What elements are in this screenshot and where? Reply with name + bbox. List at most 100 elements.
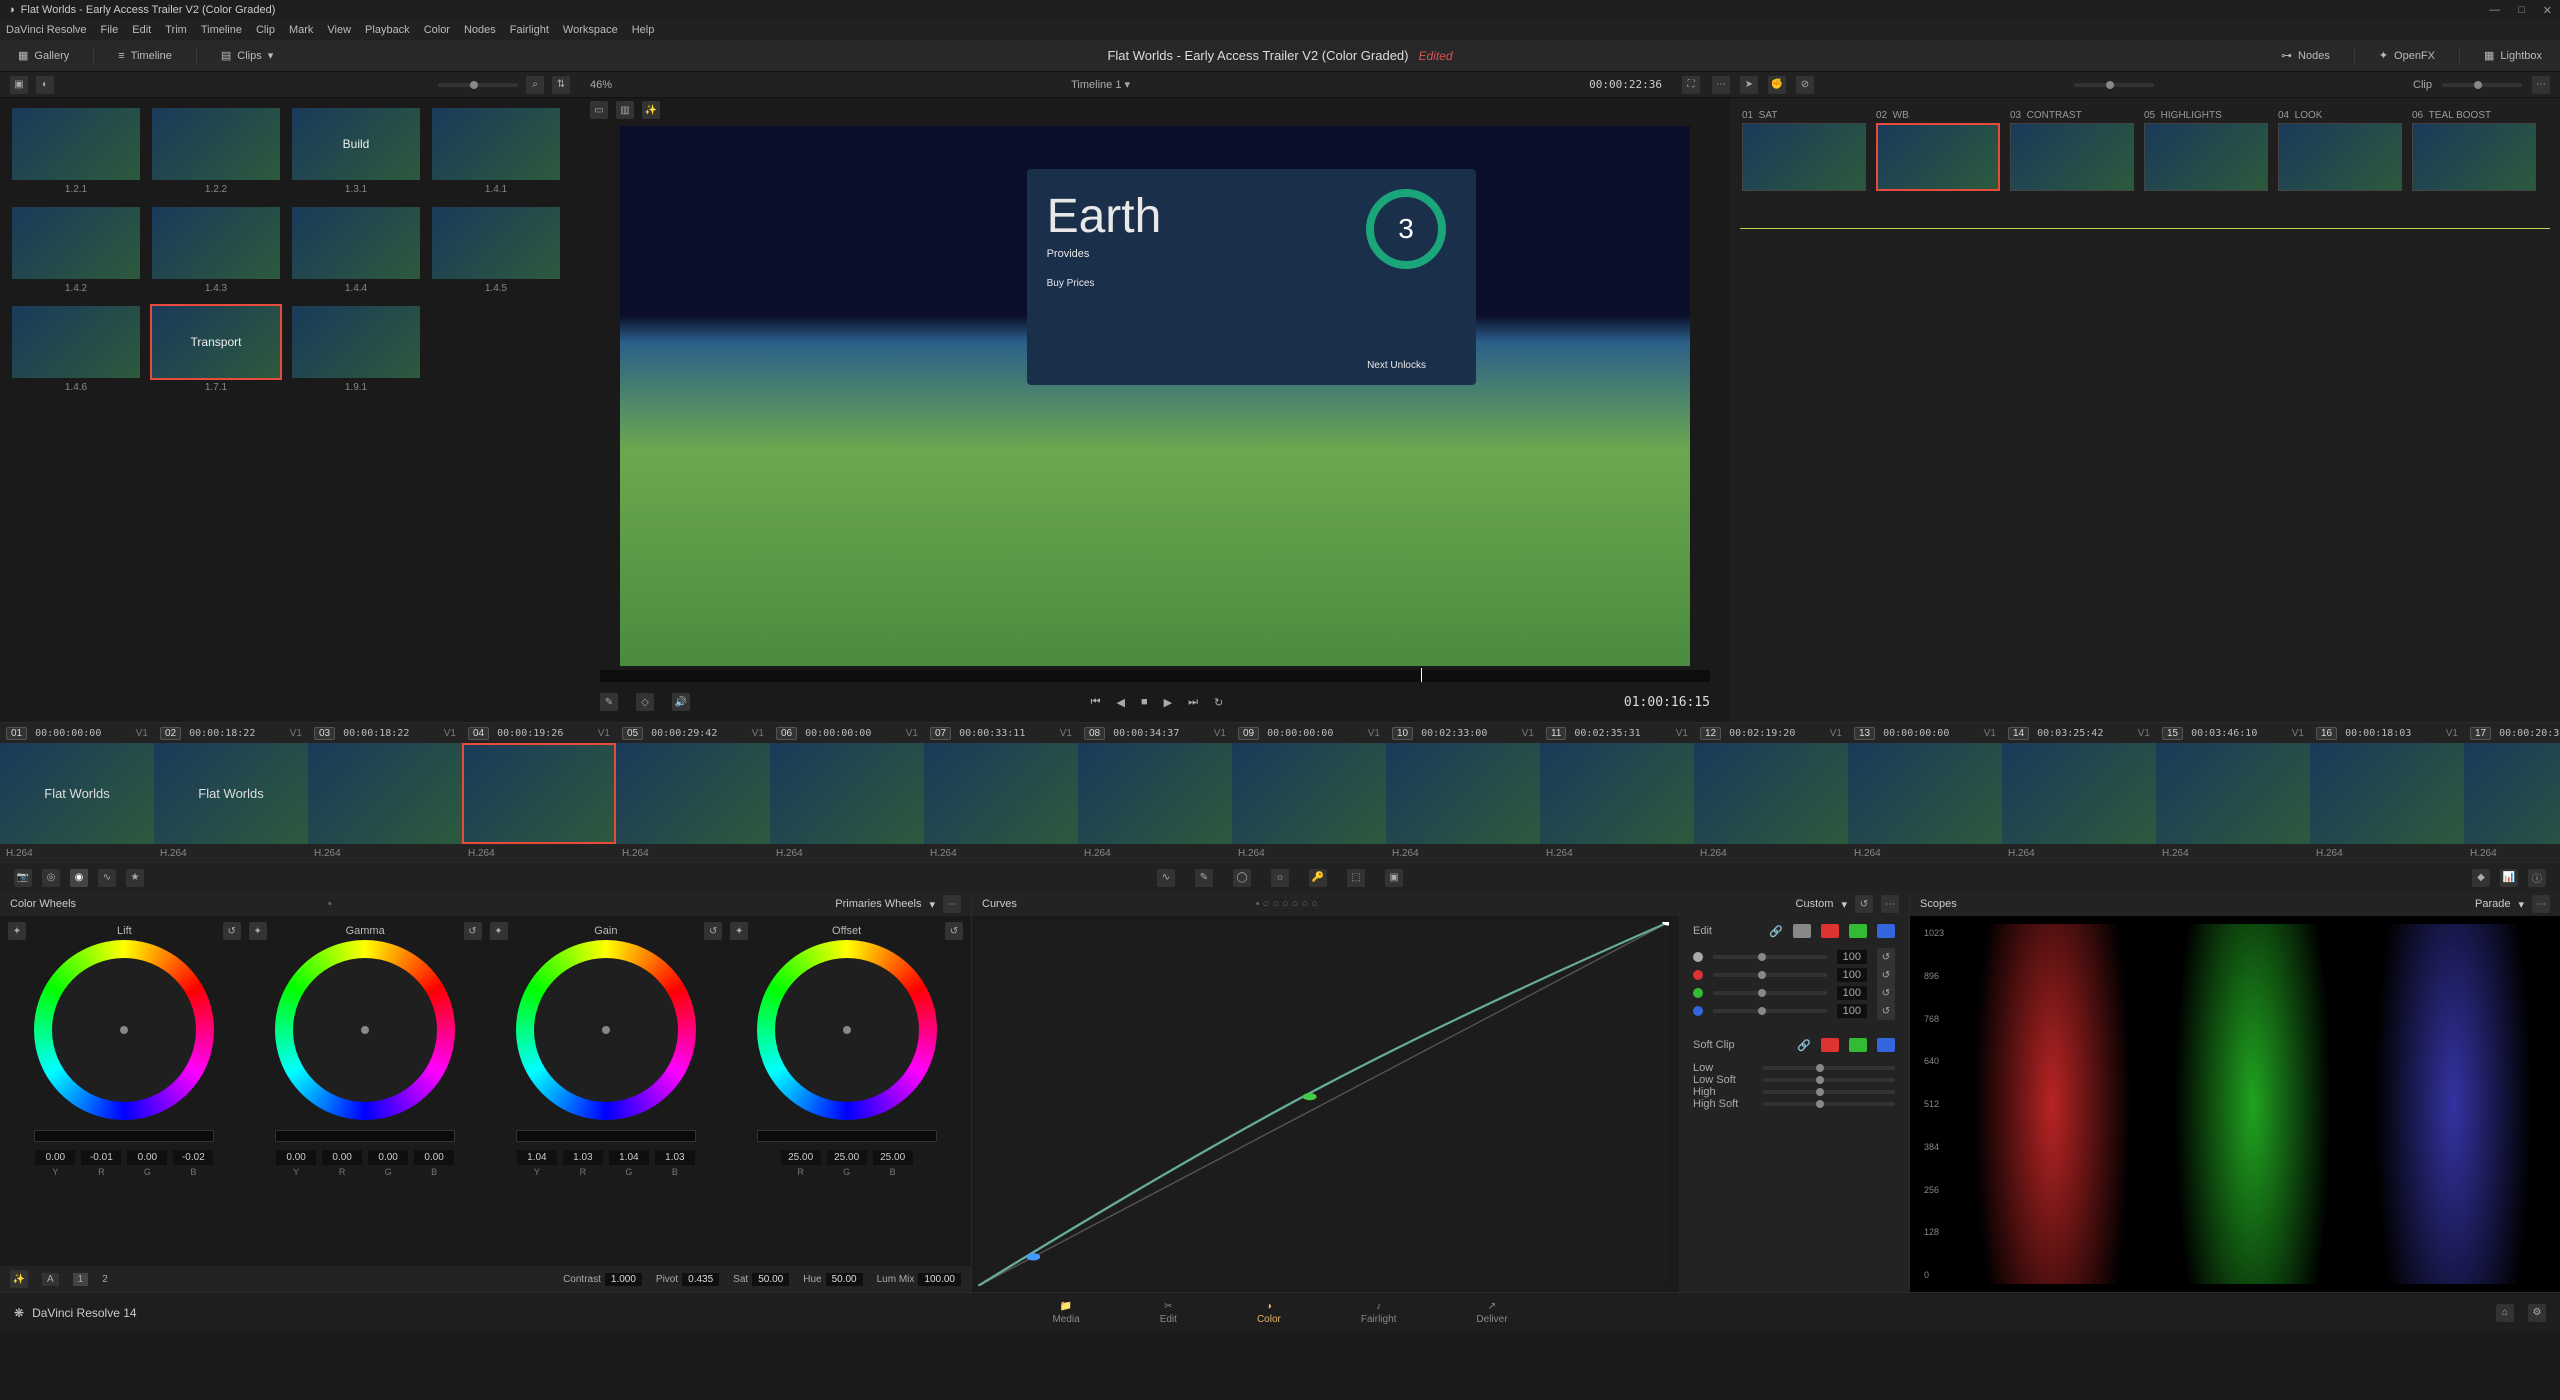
softclip-slider[interactable] — [1763, 1090, 1895, 1094]
master-bar[interactable] — [516, 1130, 696, 1142]
auto-icon[interactable]: ✨ — [10, 1270, 28, 1288]
blur-icon[interactable]: ☼ — [1271, 869, 1289, 887]
soft-g-chip[interactable] — [1849, 1038, 1867, 1052]
key-icon[interactable]: 🔑 — [1309, 869, 1327, 887]
scopes-icon[interactable]: 📊 — [2500, 869, 2518, 887]
node-size-slider[interactable] — [2074, 83, 2154, 87]
wheel-value[interactable]: 0.00 — [368, 1150, 408, 1165]
gallery-still[interactable]: 1.4.6 — [10, 306, 142, 393]
curve-intensity-slider[interactable] — [1713, 1009, 1827, 1013]
gallery-still[interactable]: 1.9.1 — [290, 306, 422, 393]
curves-reset-icon[interactable]: ↺ — [1855, 895, 1873, 913]
star-icon[interactable]: ★ — [126, 869, 144, 887]
pivot-value[interactable]: 0.435 — [682, 1273, 719, 1286]
primaries-icon[interactable]: ◉ — [70, 869, 88, 887]
menu-file[interactable]: File — [101, 24, 119, 36]
node-teal boost[interactable]: 06 TEAL BOOST — [2412, 110, 2536, 191]
play-button[interactable]: ▶ — [1164, 696, 1172, 709]
expand-icon[interactable]: ⛶ — [1682, 76, 1700, 94]
timeline-clip[interactable]: 1100:02:35:31V1H.264 — [1540, 723, 1694, 862]
node-highlights[interactable]: 05 HIGHLIGHTS — [2144, 110, 2268, 191]
sort-icon[interactable]: ⇅ — [552, 76, 570, 94]
page-edit[interactable]: ✂Edit — [1160, 1301, 1177, 1325]
nodes-panel[interactable]: 01 SAT02 WB03 CONTRAST05 HIGHLIGHTS04 LO… — [1730, 98, 2560, 722]
node-contrast[interactable]: 03 CONTRAST — [2010, 110, 2134, 191]
first-frame-button[interactable]: ⏮ — [1091, 696, 1101, 709]
sat-value[interactable]: 50.00 — [752, 1273, 789, 1286]
wheel-value[interactable]: 0.00 — [322, 1150, 362, 1165]
viewer-fx-icon[interactable]: ✨ — [642, 101, 660, 119]
timeline-clip[interactable]: 1600:00:18:03V1H.264 — [2310, 723, 2464, 862]
hand-icon[interactable]: ✊ — [1768, 76, 1786, 94]
viewer-scrubber[interactable] — [600, 670, 1710, 682]
scopes-mode[interactable]: Parade — [2475, 898, 2510, 910]
picker-icon[interactable]: ✎ — [600, 693, 618, 711]
color-wheel[interactable] — [516, 940, 696, 1120]
page-color[interactable]: ◑Color — [1257, 1301, 1281, 1325]
wheel-value[interactable]: 1.03 — [563, 1150, 603, 1165]
overlay-icon[interactable]: ◇ — [636, 693, 654, 711]
timeline-clip[interactable]: 0700:00:33:11V1H.264 — [924, 723, 1078, 862]
wheel-value[interactable]: 25.00 — [781, 1150, 821, 1165]
wheel-value[interactable]: 1.04 — [609, 1150, 649, 1165]
wheel-picker-icon[interactable]: ✦ — [249, 922, 267, 940]
maximize-button[interactable]: □ — [2518, 4, 2525, 17]
timeline-clip[interactable]: 0300:00:18:22V1H.264 — [308, 723, 462, 862]
settings-icon[interactable]: ⚙ — [2528, 1304, 2546, 1322]
contrast-value[interactable]: 1.000 — [605, 1273, 642, 1286]
wheel-value[interactable]: 0.00 — [414, 1150, 454, 1165]
gallery-still[interactable]: 1.4.3 — [150, 207, 282, 294]
scopes-options-icon[interactable]: ⋯ — [2532, 895, 2550, 913]
timeline-clip[interactable]: 0600:00:00:00V1H.264 — [770, 723, 924, 862]
node-wb[interactable]: 02 WB — [1876, 110, 2000, 191]
wheels-icon[interactable]: ◎ — [42, 869, 60, 887]
curve-intensity-slider[interactable] — [1713, 973, 1827, 977]
last-frame-button[interactable]: ⏭ — [1188, 696, 1198, 709]
timeline-clip[interactable]: 1500:03:46:10V1H.264 — [2156, 723, 2310, 862]
timeline-clip[interactable]: 1200:02:19:20V1H.264 — [1694, 723, 1848, 862]
wheel-value[interactable]: -0.02 — [173, 1150, 213, 1165]
wheel-reset-icon[interactable]: ↺ — [945, 922, 963, 940]
curves-options-icon[interactable]: ⋯ — [1881, 895, 1899, 913]
keyframe-icon[interactable]: ◆ — [2472, 869, 2490, 887]
curve-value[interactable]: 100 — [1837, 1004, 1867, 1018]
curve-reset-icon[interactable]: ↺ — [1877, 948, 1895, 966]
wheel-picker-icon[interactable]: ✦ — [8, 922, 26, 940]
wheel-picker-icon[interactable]: ✦ — [490, 922, 508, 940]
wheel-value[interactable]: 1.04 — [517, 1150, 557, 1165]
menu-mark[interactable]: Mark — [289, 24, 313, 36]
menu-trim[interactable]: Trim — [165, 24, 187, 36]
timeline-clip[interactable]: 1700:00:20:34V1H.264 — [2464, 723, 2560, 862]
curves-tab-icon[interactable]: ∿ — [98, 869, 116, 887]
menu-fairlight[interactable]: Fairlight — [510, 24, 549, 36]
timeline-clip[interactable]: 0800:00:34:37V1H.264 — [1078, 723, 1232, 862]
timeline-name[interactable]: Timeline 1 ▾ — [1071, 78, 1130, 91]
nodes-toggle[interactable]: ⊶Nodes — [2277, 49, 2334, 62]
menu-color[interactable]: Color — [424, 24, 450, 36]
clip-timeline[interactable]: 0100:00:00:00V1Flat WorldsH.2640200:00:1… — [0, 722, 2560, 862]
timeline-clip[interactable]: 1400:03:25:42V1H.264 — [2002, 723, 2156, 862]
openfx-toggle[interactable]: ✦OpenFX — [2375, 49, 2439, 62]
wheel-value[interactable]: 0.00 — [35, 1150, 75, 1165]
viewer-mode-1-icon[interactable]: ▭ — [590, 101, 608, 119]
window-icon[interactable]: ✎ — [1195, 869, 1213, 887]
timeline-clip[interactable]: 1300:00:00:00V1H.264 — [1848, 723, 2002, 862]
audio-icon[interactable]: 🔊 — [672, 693, 690, 711]
curves-mode[interactable]: Custom — [1796, 898, 1834, 910]
lum-value[interactable]: 100.00 — [918, 1273, 961, 1286]
menu-nodes[interactable]: Nodes — [464, 24, 496, 36]
hue-value[interactable]: 50.00 — [826, 1273, 863, 1286]
still-icon[interactable]: ▣ — [10, 76, 28, 94]
wheel-reset-icon[interactable]: ↺ — [704, 922, 722, 940]
gallery-still[interactable]: 1.4.1 — [430, 108, 562, 195]
curve-reset-icon[interactable]: ↺ — [1877, 966, 1895, 984]
softclip-slider[interactable] — [1763, 1102, 1895, 1106]
user-icon[interactable]: ◐ — [36, 76, 54, 94]
wheel-reset-icon[interactable]: ↺ — [464, 922, 482, 940]
gallery-still[interactable]: 1.2.2 — [150, 108, 282, 195]
curve-intensity-slider[interactable] — [1713, 955, 1827, 959]
prev-button[interactable]: ◀ — [1117, 696, 1125, 709]
wheel-value[interactable]: 25.00 — [873, 1150, 913, 1165]
wheel-value[interactable]: -0.01 — [81, 1150, 121, 1165]
timeline-clip[interactable]: 0200:00:18:22V1Flat WorldsH.264 — [154, 723, 308, 862]
